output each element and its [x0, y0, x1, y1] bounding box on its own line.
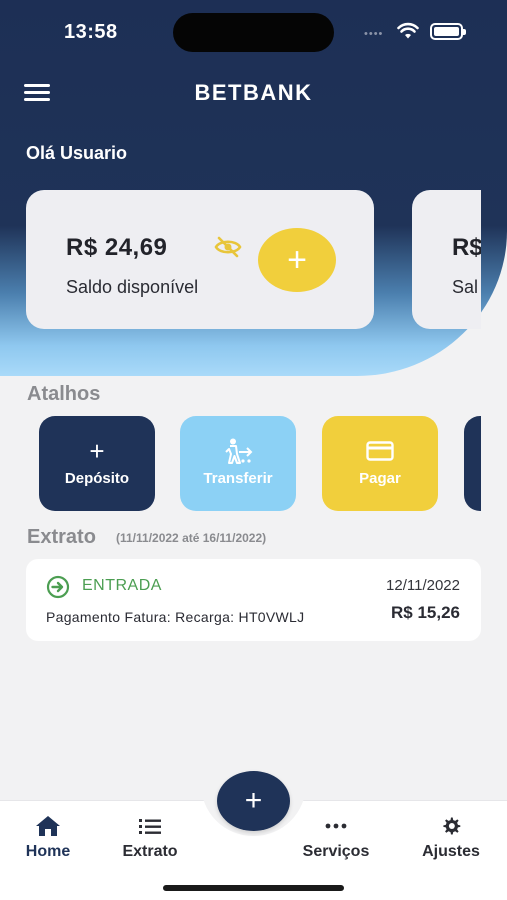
tab-home[interactable]: Home	[14, 815, 82, 865]
transaction-card[interactable]: ENTRADA 12/11/2022 Pagamento Fatura: Rec…	[26, 559, 481, 641]
home-icon	[36, 816, 60, 836]
shortcut-pagar[interactable]: Pagar	[322, 416, 438, 511]
shortcuts-title: Atalhos	[27, 383, 101, 405]
add-balance-button[interactable]: +	[258, 228, 336, 292]
tab-ajustes-label: Ajustes	[422, 843, 480, 860]
fab-add-button[interactable]: +	[217, 771, 290, 831]
greeting-text: Olá Usuario	[26, 143, 128, 163]
next-card-label: Sal	[452, 277, 479, 297]
shortcut-transferir-label: Transferir	[203, 470, 273, 487]
wifi-icon	[397, 22, 419, 39]
signal-icon: ••••	[364, 28, 384, 40]
status-time: 13:58	[64, 21, 118, 43]
tab-home-label: Home	[25, 843, 71, 860]
home-indicator	[163, 885, 344, 891]
battery-icon	[430, 23, 466, 40]
transaction-amount: R$ 15,26	[391, 603, 460, 622]
shortcut-peek[interactable]	[464, 416, 481, 511]
app-title: BETBANK	[194, 80, 313, 105]
transaction-description: Pagamento Fatura: Recarga: HT0VWLJ	[46, 609, 305, 625]
transaction-date: 12/11/2022	[386, 577, 460, 594]
tab-extrato[interactable]: Extrato	[110, 815, 190, 865]
tab-servicos-label: Serviços	[302, 843, 370, 860]
dynamic-island	[173, 13, 334, 52]
shortcut-deposito-label: Depósito	[64, 470, 130, 487]
statement-title: Extrato	[27, 526, 96, 548]
next-card-value: R$	[452, 234, 481, 261]
home-screen: 13:58 •••• BETBANK Olá Usuario R$ 24,69 …	[0, 0, 507, 900]
plus-icon: +	[89, 436, 105, 466]
more-dots-icon	[325, 823, 347, 829]
card-icon	[366, 441, 394, 461]
shortcut-deposito[interactable]: + Depósito	[39, 416, 155, 511]
tab-servicos[interactable]: Serviços	[290, 815, 382, 865]
tab-extrato-label: Extrato	[122, 843, 178, 860]
transaction-type: ENTRADA	[82, 577, 162, 594]
next-card-peek[interactable]: R$ Sal	[412, 190, 481, 329]
shortcut-transferir[interactable]: Transferir	[180, 416, 296, 511]
shortcut-pagar-label: Pagar	[359, 470, 401, 487]
gear-icon	[443, 817, 461, 835]
statement-range: (11/11/2022 até 16/11/2022)	[116, 531, 267, 545]
eye-off-icon[interactable]	[214, 236, 242, 258]
status-bar: 13:58 ••••	[0, 0, 507, 64]
balance-label: Saldo disponível	[66, 277, 199, 297]
list-icon	[139, 819, 161, 834]
tab-ajustes[interactable]: Ajustes	[410, 815, 492, 865]
transfer-person-icon	[225, 438, 253, 464]
arrow-in-icon	[46, 575, 70, 599]
balance-value: R$ 24,69	[66, 234, 168, 261]
balance-card[interactable]: R$ 24,69 Saldo disponível +	[26, 190, 374, 329]
